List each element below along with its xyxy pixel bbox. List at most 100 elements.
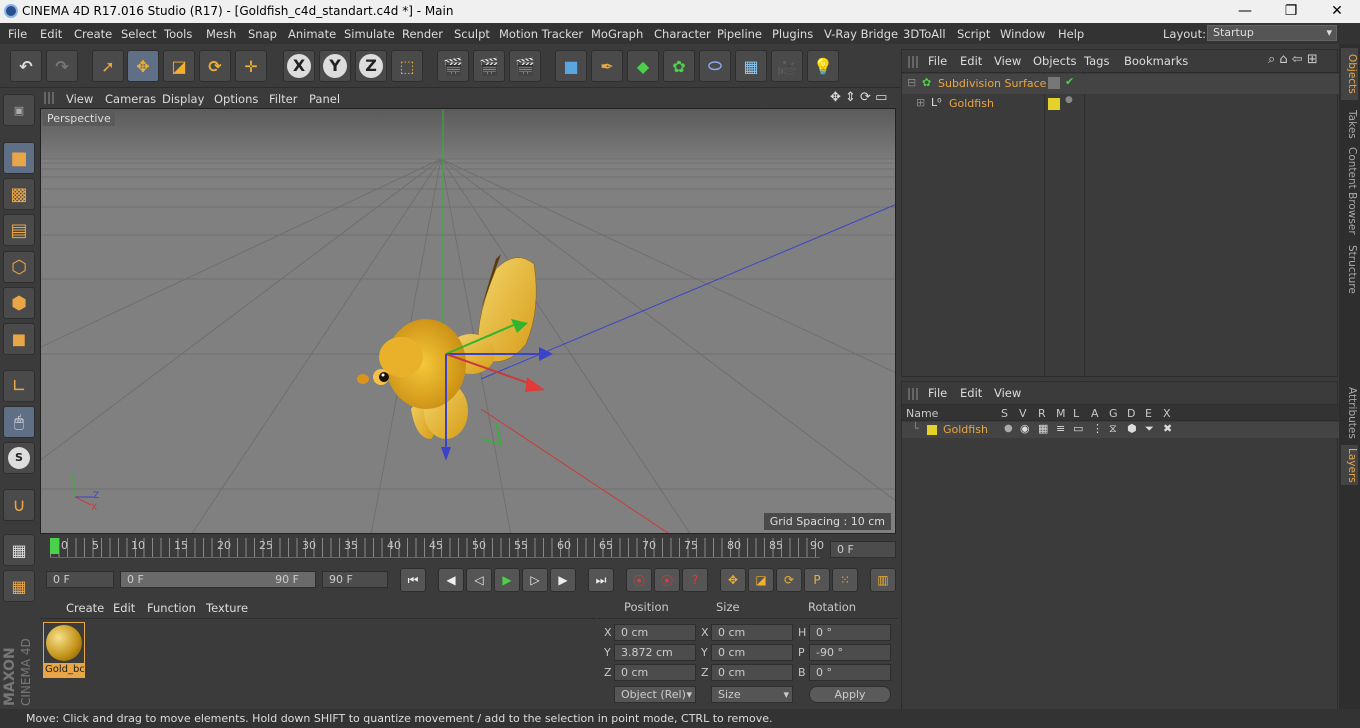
record-active-button[interactable]: ⦿ (626, 568, 652, 592)
polygons-mode-button[interactable]: ◼ (3, 323, 35, 355)
apply-button[interactable]: Apply (809, 686, 891, 703)
menu-animate[interactable]: Animate (288, 27, 336, 41)
obj-menu-tags[interactable]: Tags (1084, 54, 1109, 68)
expressions-icon[interactable]: ⏷ (1145, 422, 1154, 436)
go-to-end-button[interactable]: ⏭ (588, 568, 614, 592)
manager-icon[interactable]: ≡ (1056, 422, 1065, 435)
tweak-mode-button[interactable]: 🖱 (3, 406, 35, 438)
end-frame-field[interactable]: 90 F (322, 571, 388, 588)
layout-select[interactable]: Startup ▾ (1207, 25, 1337, 41)
z-axis-lock-button[interactable]: Z (355, 50, 387, 82)
texture-mode-button[interactable]: ▩ (3, 178, 35, 210)
playhead[interactable] (50, 538, 59, 554)
render-view-button[interactable]: 🎬 (437, 50, 469, 82)
move-tool-button[interactable]: ✥ (127, 50, 159, 82)
menu-window[interactable]: Window (1000, 27, 1045, 41)
visible-eye-icon[interactable]: ◉ (1020, 422, 1030, 435)
key-parameter-button[interactable]: P (804, 568, 830, 592)
menu-snap[interactable]: Snap (248, 27, 277, 41)
array-generator-button[interactable]: ✿ (663, 50, 695, 82)
previous-frame-button[interactable]: ◁ (466, 568, 492, 592)
edges-mode-button[interactable]: ⬢ (3, 287, 35, 319)
cube-primitive-button[interactable]: ■ (555, 50, 587, 82)
menu-character[interactable]: Character (654, 27, 711, 41)
render-clapper-icon[interactable]: ▦ (1038, 422, 1048, 435)
mat-menu-edit[interactable]: Edit (113, 601, 135, 615)
animation-icon[interactable]: ⋮ (1092, 422, 1103, 435)
tab-structure[interactable]: Structure (1341, 242, 1358, 296)
go-to-start-button[interactable]: ⏮ (400, 568, 426, 592)
vp-menu-options[interactable]: Options (214, 92, 258, 106)
object-row-goldfish[interactable]: ⊞ L⁰ Goldfish ● (902, 94, 1339, 114)
menu-sculpt[interactable]: Sculpt (454, 27, 490, 41)
xrefs-icon[interactable]: ✖ (1163, 422, 1172, 435)
rotation-h-field[interactable]: 0 ° (809, 624, 891, 641)
undo-button[interactable]: ↶ (10, 50, 42, 82)
menu-tools[interactable]: Tools (164, 27, 192, 41)
tab-content-browser[interactable]: Content Browser (1341, 147, 1358, 235)
keyframe-selection-button[interactable]: ? (682, 568, 708, 592)
coordinate-system-button[interactable]: ⬚ (391, 50, 423, 82)
size-y-field[interactable]: 0 cm (711, 644, 793, 661)
vp-menu-filter[interactable]: Filter (269, 92, 297, 106)
vp-menu-panel[interactable]: Panel (309, 92, 340, 106)
object-row-subdivision[interactable]: ⊟ ✿ Subdivision Surface ✔ (902, 74, 1339, 94)
enabled-check-icon[interactable]: ✔ (1065, 75, 1074, 88)
timeline-window-button[interactable]: ▥ (870, 568, 896, 592)
position-x-field[interactable]: 0 cm (614, 624, 696, 641)
axis-mode-button[interactable]: ∟ (3, 370, 35, 402)
size-z-field[interactable]: 0 cm (711, 664, 793, 681)
viewport-camera-label[interactable]: Perspective (43, 111, 115, 126)
key-position-button[interactable]: ✥ (720, 568, 746, 592)
expand-icon[interactable]: ⊞ (916, 96, 925, 109)
tab-layers[interactable]: Layers (1341, 445, 1358, 485)
menu-edit[interactable]: Edit (40, 27, 62, 41)
viewport-navigate-icons[interactable]: ✥ ⇕ ⟳ ▭ (830, 90, 887, 105)
next-keyframe-button[interactable]: ▶ (550, 568, 576, 592)
menu-create[interactable]: Create (74, 27, 112, 41)
key-pla-button[interactable]: ⁙ (832, 568, 858, 592)
camera-object-button[interactable]: 🎥 (771, 50, 803, 82)
layer-row-goldfish[interactable]: └ Goldfish ● ◉ ▦ ≡ ▭ ⋮ ⧖ ⬢ ⏷ ✖ (902, 422, 1339, 438)
autokey-button[interactable]: ⦿ (654, 568, 680, 592)
object-manager-nav-icons[interactable]: ⌕ ⌂ ⇦ ⊞ (1268, 52, 1318, 67)
deformer-button[interactable]: ⬭ (699, 50, 731, 82)
menu-select[interactable]: Select (121, 27, 156, 41)
maximize-button[interactable]: ❐ (1268, 0, 1314, 23)
menu-motion-tracker[interactable]: Motion Tracker (499, 27, 583, 41)
close-button[interactable]: ✕ (1314, 0, 1360, 23)
floor-object-button[interactable]: ▦ (735, 50, 767, 82)
play-button[interactable]: ▶ (494, 568, 520, 592)
points-mode-button[interactable]: ⬡ (3, 251, 35, 283)
recent-tool-button[interactable]: ✛ (235, 50, 267, 82)
position-z-field[interactable]: 0 cm (614, 664, 696, 681)
obj-menu-bookmarks[interactable]: Bookmarks (1124, 54, 1188, 68)
key-rotation-button[interactable]: ⟳ (776, 568, 802, 592)
mat-menu-create[interactable]: Create (66, 601, 104, 615)
deformers-icon[interactable]: ⬢ (1127, 422, 1137, 435)
start-frame-field[interactable]: 0 F (46, 571, 114, 588)
menu-3dtoall[interactable]: 3DToAll (903, 27, 946, 41)
obj-menu-objects[interactable]: Objects (1033, 54, 1076, 68)
tab-objects[interactable]: Objects (1341, 48, 1358, 100)
collapse-icon[interactable]: ⊟ (907, 76, 916, 89)
live-selection-button[interactable]: ➚ (92, 50, 124, 82)
light-object-button[interactable]: 💡 (807, 50, 839, 82)
y-axis-lock-button[interactable]: Y (319, 50, 351, 82)
layer-menu-edit[interactable]: Edit (960, 386, 982, 400)
menu-pipeline[interactable]: Pipeline (717, 27, 762, 41)
pen-spline-button[interactable]: ✒ (591, 50, 623, 82)
render-settings-button[interactable]: 🎬 (509, 50, 541, 82)
mat-menu-function[interactable]: Function (147, 601, 196, 615)
obj-menu-edit[interactable]: Edit (960, 54, 982, 68)
layer-menu-file[interactable]: File (928, 386, 947, 400)
render-picture-viewer-button[interactable]: 🎬 (473, 50, 505, 82)
model-mode-button[interactable]: ■ (3, 142, 35, 174)
make-editable-button[interactable]: ▣ (3, 94, 35, 126)
material-swatch[interactable]: Gold_bc (43, 622, 85, 678)
vp-menu-display[interactable]: Display (162, 92, 204, 106)
menu-script[interactable]: Script (957, 27, 990, 41)
next-frame-button[interactable]: ▷ (522, 568, 548, 592)
frame-range-slider[interactable]: 0 F 90 F (120, 571, 316, 588)
solo-mode-button[interactable]: S (3, 442, 35, 474)
